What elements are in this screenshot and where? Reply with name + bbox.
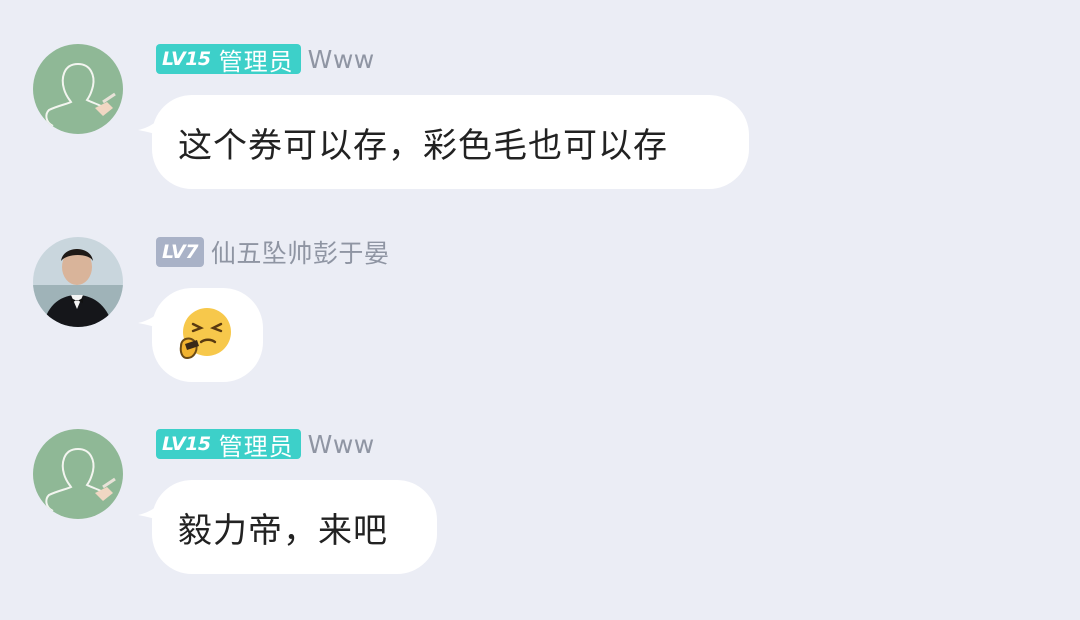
sketch-avatar[interactable] xyxy=(33,429,123,519)
level-label: LV7 xyxy=(162,241,198,263)
pencil-sketch-avatar-icon xyxy=(33,429,123,519)
photo-avatar[interactable] xyxy=(33,237,123,327)
message-text: 毅力帝，来吧 xyxy=(178,510,388,551)
message-header: LV7 仙五坠帅彭于晏 xyxy=(156,236,389,268)
level-badge: LV7 xyxy=(156,237,204,267)
level-badge: LV15 管理员 xyxy=(156,44,301,76)
username[interactable]: Www xyxy=(308,430,375,459)
level-badge: LV15 管理员 xyxy=(156,429,301,461)
username[interactable]: Www xyxy=(308,45,375,74)
message-header: LV15 管理员 Www xyxy=(156,43,375,76)
pencil-sketch-avatar-icon xyxy=(33,44,123,134)
role-label: 管理员 xyxy=(218,47,294,76)
message-bubble[interactable]: 这个券可以存，彩色毛也可以存 xyxy=(152,95,749,189)
role-label: 管理员 xyxy=(218,432,294,461)
level-label: LV15 xyxy=(162,433,211,455)
tuxedo-man-photo-avatar xyxy=(33,237,123,327)
message-header: LV15 管理员 Www xyxy=(156,428,375,461)
message-bubble[interactable] xyxy=(152,288,263,382)
message-bubble[interactable]: 毅力帝，来吧 xyxy=(152,480,437,574)
username[interactable]: 仙五坠帅彭于晏 xyxy=(211,234,390,270)
squinting-face-emoji-icon xyxy=(179,308,231,360)
sketch-avatar[interactable] xyxy=(33,44,123,134)
level-label: LV15 xyxy=(162,48,211,70)
message-text: 这个券可以存，彩色毛也可以存 xyxy=(178,125,668,166)
